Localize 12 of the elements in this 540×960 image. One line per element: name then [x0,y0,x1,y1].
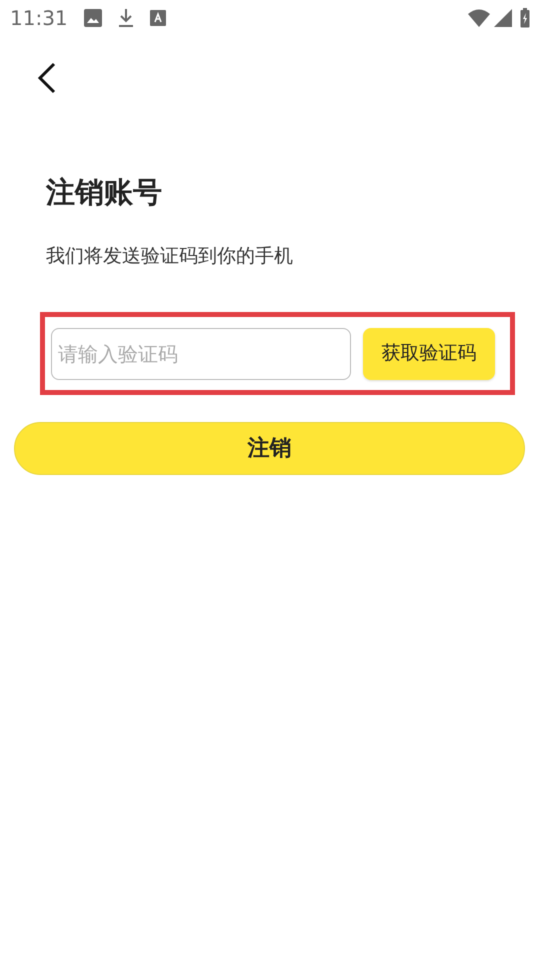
signal-icon [494,9,512,27]
get-code-button[interactable]: 获取验证码 [363,328,495,380]
battery-icon [520,8,530,28]
wifi-icon [468,9,490,27]
text-icon [150,10,166,26]
status-time: 11:31 [10,5,68,32]
subtitle: 我们将发送验证码到你的手机 [46,244,294,269]
image-icon [84,9,102,27]
deregister-button[interactable]: 注销 [14,422,525,476]
download-icon [118,8,134,28]
page-title: 注销账号 [46,174,163,211]
code-input-field[interactable]: 请输入验证码 [51,328,351,380]
